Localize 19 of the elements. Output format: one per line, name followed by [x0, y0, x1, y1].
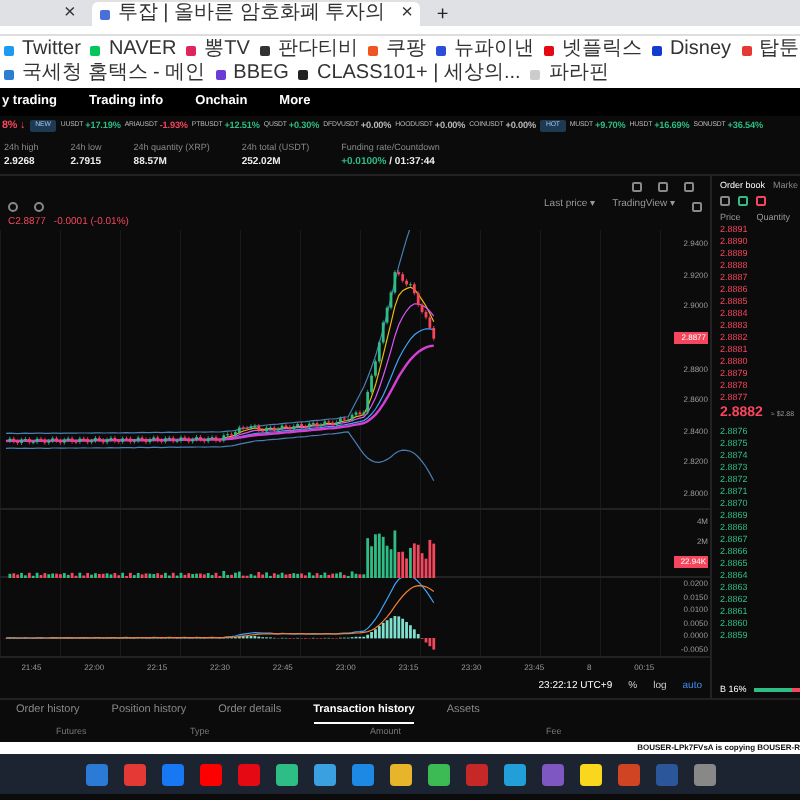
new-tab-button[interactable]: + — [436, 6, 449, 26]
bookmark[interactable]: 국세청 홈택스 - 메인 — [4, 62, 206, 86]
bookmark[interactable]: BBEG — [215, 62, 289, 86]
bookmark[interactable]: 넷플릭스 — [543, 38, 642, 62]
bookmark[interactable]: 쿠팡 — [367, 38, 426, 62]
bookmark[interactable]: 뉴파이낸 — [435, 38, 534, 62]
close-icon[interactable]: × — [64, 4, 76, 24]
bookmark[interactable]: 탑툰 — [741, 38, 800, 62]
bookmark[interactable]: NAVER — [90, 38, 177, 62]
bookmark[interactable]: Disney — [651, 38, 732, 62]
tab-title: 투잡 | 올바른 암호화폐 투자의 — [117, 4, 386, 24]
bookmark[interactable]: Twitter — [4, 38, 81, 62]
bookmark[interactable]: 뽕TV — [186, 38, 250, 62]
bookmark[interactable]: 판다티비 — [259, 38, 358, 62]
bookmark[interactable]: CLASS101+ | 세상의... — [298, 62, 521, 86]
browser-tab[interactable]: 투잡 | 올바른 암호화폐 투자의 × — [91, 2, 421, 26]
bookmark[interactable]: 파라핀 — [530, 62, 609, 86]
close-icon[interactable]: × — [401, 4, 413, 24]
browser-tab[interactable]: × — [48, 2, 84, 26]
